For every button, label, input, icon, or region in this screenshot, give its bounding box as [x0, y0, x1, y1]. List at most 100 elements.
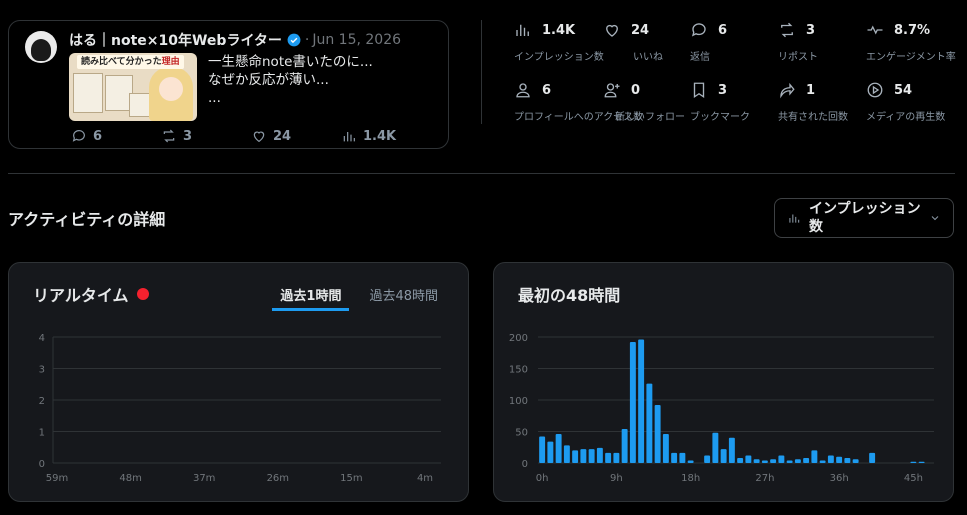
- bar: [605, 452, 612, 463]
- avatar[interactable]: [25, 31, 57, 63]
- bar: [679, 452, 686, 463]
- metric-reposts: 3 リポスト: [778, 22, 818, 64]
- bar: [720, 449, 727, 463]
- bar-chart-icon: [516, 24, 529, 36]
- y-tick-label: 200: [509, 333, 528, 344]
- bar: [712, 432, 719, 463]
- x-tick-label: 26m: [267, 473, 289, 484]
- x-tick-label: 36h: [830, 473, 849, 484]
- realtime-title: リアルタイム: [33, 282, 149, 306]
- bar: [662, 434, 669, 463]
- bar: [836, 456, 843, 463]
- y-tick-label: 4: [39, 333, 45, 344]
- y-tick-label: 2: [39, 396, 45, 407]
- post-card[interactable]: はる｜note×10年Webライター · Jun 15, 2026 読み比べて分…: [8, 20, 449, 149]
- horizontal-divider: [8, 173, 955, 174]
- bar: [555, 434, 562, 463]
- bar: [704, 455, 711, 463]
- reply-action[interactable]: 6: [71, 128, 161, 144]
- bar: [563, 445, 570, 463]
- like-action[interactable]: 24: [251, 128, 341, 144]
- verified-icon: [287, 33, 301, 47]
- heart-icon: [606, 24, 618, 37]
- metric-select[interactable]: インプレッション数: [774, 198, 954, 238]
- bar: [638, 339, 645, 463]
- metric-select-value: インプレッション数: [809, 201, 921, 235]
- bar: [629, 342, 636, 463]
- post-date[interactable]: Jun 15, 2026: [312, 32, 401, 48]
- x-tick-label: 4m: [417, 473, 433, 484]
- x-tick-label: 18h: [681, 473, 700, 484]
- thumbnail-caption: 読み比べて分かった理由: [77, 55, 184, 69]
- follow-icon: [604, 83, 620, 98]
- repost-action[interactable]: 3: [161, 128, 251, 144]
- post-text: 一生懸命note書いたのに... なぜか反応が薄い... ...: [208, 53, 373, 107]
- post-thumbnail[interactable]: 読み比べて分かった理由: [69, 53, 197, 121]
- bar: [539, 436, 546, 463]
- bar: [687, 460, 694, 463]
- bar: [803, 457, 810, 463]
- first48-title: 最初の48時間: [518, 286, 621, 305]
- bar: [596, 447, 603, 463]
- y-tick-label: 150: [509, 365, 528, 376]
- x-tick-label: 15m: [340, 473, 362, 484]
- first48-panel: 最初の48時間 0 50 100 150 200 0h 9h 18h 27h 36h 45h: [493, 262, 954, 502]
- x-tick-label: 0h: [536, 473, 549, 484]
- first48-chart: 0 50 100 150 200 0h 9h 18h 27h 36h 45h: [509, 333, 934, 484]
- bar: [869, 452, 876, 463]
- bar: [852, 459, 859, 463]
- y-tick-label: 0: [522, 459, 528, 470]
- author-name[interactable]: はる｜note×10年Webライター: [69, 30, 282, 50]
- bar: [671, 452, 678, 463]
- views-action[interactable]: 1.4K: [341, 128, 431, 144]
- bar: [745, 455, 752, 463]
- pulse-icon: [867, 25, 883, 35]
- bar: [761, 460, 768, 463]
- bar: [786, 460, 793, 463]
- live-indicator-icon: [136, 288, 149, 300]
- metric-engagement-rate: 8.7% エンゲージメント率: [866, 22, 956, 64]
- realtime-panel: リアルタイム 過去1時間 過去48時間 0 1 2 3 4 59m 48m 37m 26m 15m…: [8, 262, 469, 502]
- post-header: はる｜note×10年Webライター · Jun 15, 2026: [69, 30, 401, 50]
- reply-count: 6: [93, 128, 103, 144]
- post-actions: 6 3 24 1.4K: [71, 127, 431, 145]
- y-tick-label: 3: [39, 365, 45, 376]
- realtime-chart: 0 1 2 3 4 59m 48m 37m 26m 15m 4m: [39, 333, 441, 484]
- vertical-divider: [481, 20, 482, 124]
- bar: [918, 461, 925, 463]
- post-text-line: 一生懸命note書いたのに...: [208, 54, 373, 70]
- bar: [547, 441, 554, 463]
- bar: [728, 437, 735, 463]
- x-tick-label: 59m: [46, 473, 68, 484]
- bar: [654, 405, 661, 463]
- chevron-down-icon: [931, 216, 939, 221]
- y-tick-label: 100: [509, 396, 528, 407]
- bar: [770, 459, 777, 463]
- bar: [753, 459, 760, 463]
- metric-profile-visits: 6 プロフィールへのアクセス数: [514, 82, 644, 124]
- metric-bookmarks: 3 ブックマーク: [690, 82, 750, 124]
- bar: [819, 460, 826, 463]
- profile-icon: [516, 83, 530, 98]
- x-tick-label: 48m: [119, 473, 141, 484]
- heart-icon: [253, 131, 265, 143]
- x-tick-label: 45h: [904, 473, 923, 484]
- metric-replies: 6 返信: [690, 22, 728, 64]
- repost-icon: [163, 129, 175, 143]
- tab-past-1-hour[interactable]: 過去1時間: [272, 285, 350, 311]
- realtime-tabs: 過去1時間 過去48時間: [272, 285, 438, 311]
- bookmark-icon: [693, 82, 705, 99]
- bar: [580, 449, 587, 463]
- metric-media-plays: 54 メディアの再生数: [866, 82, 946, 124]
- x-tick-label: 27h: [755, 473, 774, 484]
- metric-new-follows: 0 新しいフォロー: [603, 80, 693, 123]
- reply-icon: [72, 130, 85, 142]
- bar-chart-icon: [343, 132, 355, 142]
- tab-past-48-hours[interactable]: 過去48時間: [369, 285, 438, 311]
- bar: [572, 450, 579, 463]
- bar-chart-icon: [789, 214, 800, 223]
- bar: [778, 455, 785, 463]
- repost-count: 3: [183, 128, 193, 144]
- post-text-line: ...: [208, 90, 221, 106]
- like-count: 24: [273, 128, 292, 144]
